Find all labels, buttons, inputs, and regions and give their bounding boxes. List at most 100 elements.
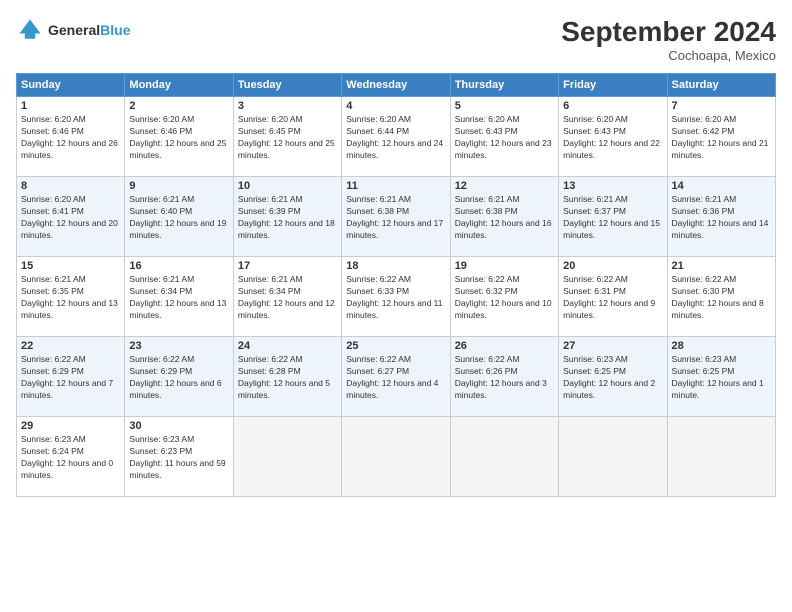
weekday-header: Monday xyxy=(125,74,233,97)
weekday-header: Saturday xyxy=(667,74,775,97)
day-number: 5 xyxy=(455,100,554,112)
day-number: 29 xyxy=(21,420,120,432)
calendar-cell: 15 Sunrise: 6:21 AMSunset: 6:35 PMDayligh… xyxy=(17,257,125,337)
day-number: 11 xyxy=(346,180,445,192)
calendar-cell: 5 Sunrise: 6:20 AMSunset: 6:43 PMDaylight… xyxy=(450,97,558,177)
day-info: Sunrise: 6:20 AMSunset: 6:41 PMDaylight:… xyxy=(21,194,120,242)
day-info: Sunrise: 6:22 AMSunset: 6:29 PMDaylight:… xyxy=(21,354,120,402)
calendar-cell: 30Sunrise: 6:23 AMSunset: 6:23 PMDayligh… xyxy=(125,417,233,497)
day-info: Sunrise: 6:21 AMSunset: 6:35 PMDaylight:… xyxy=(21,274,120,322)
day-info: Sunrise: 6:21 AMSunset: 6:34 PMDaylight:… xyxy=(129,274,228,322)
logo: GeneralBlue xyxy=(16,16,130,44)
calendar-cell xyxy=(450,417,558,497)
calendar-cell xyxy=(559,417,667,497)
calendar-cell: 6 Sunrise: 6:20 AMSunset: 6:43 PMDaylight… xyxy=(559,97,667,177)
day-info: Sunrise: 6:20 AMSunset: 6:42 PMDaylight:… xyxy=(672,114,771,162)
calendar-cell: 16 Sunrise: 6:21 AMSunset: 6:34 PMDayligh… xyxy=(125,257,233,337)
day-number: 23 xyxy=(129,340,228,352)
calendar-cell: 11Sunrise: 6:21 AMSunset: 6:38 PMDayligh… xyxy=(342,177,450,257)
day-info: Sunrise: 6:22 AMSunset: 6:29 PMDaylight:… xyxy=(129,354,228,402)
calendar-cell xyxy=(233,417,341,497)
day-number: 26 xyxy=(455,340,554,352)
calendar-cell: 8 Sunrise: 6:20 AMSunset: 6:41 PMDaylight… xyxy=(17,177,125,257)
month-title: September 2024 xyxy=(561,16,776,48)
day-info: Sunrise: 6:22 AMSunset: 6:27 PMDaylight:… xyxy=(346,354,445,402)
day-info: Sunrise: 6:22 AMSunset: 6:28 PMDaylight:… xyxy=(238,354,337,402)
logo-icon xyxy=(16,16,44,44)
calendar-cell: 14Sunrise: 6:21 AMSunset: 6:36 PMDayligh… xyxy=(667,177,775,257)
calendar-cell: 28 Sunrise: 6:23 AMSunset: 6:25 PMDayligh… xyxy=(667,337,775,417)
calendar-cell: 26Sunrise: 6:22 AMSunset: 6:26 PMDayligh… xyxy=(450,337,558,417)
calendar-cell: 1Sunrise: 6:20 AMSunset: 6:46 PMDaylight… xyxy=(17,97,125,177)
day-number: 12 xyxy=(455,180,554,192)
calendar-table: SundayMondayTuesdayWednesdayThursdayFrid… xyxy=(16,73,776,497)
calendar-cell: 22 Sunrise: 6:22 AMSunset: 6:29 PMDayligh… xyxy=(17,337,125,417)
day-number: 4 xyxy=(346,100,445,112)
calendar-cell xyxy=(342,417,450,497)
day-info: Sunrise: 6:21 AMSunset: 6:39 PMDaylight:… xyxy=(238,194,337,242)
day-info: Sunrise: 6:20 AMSunset: 6:43 PMDaylight:… xyxy=(455,114,554,162)
day-number: 22 xyxy=(21,340,120,352)
calendar-cell: 18Sunrise: 6:22 AMSunset: 6:33 PMDayligh… xyxy=(342,257,450,337)
day-info: Sunrise: 6:20 AMSunset: 6:44 PMDaylight:… xyxy=(346,114,445,162)
day-number: 8 xyxy=(21,180,120,192)
calendar-cell xyxy=(667,417,775,497)
day-info: Sunrise: 6:21 AMSunset: 6:37 PMDaylight:… xyxy=(563,194,662,242)
day-number: 6 xyxy=(563,100,662,112)
day-number: 20 xyxy=(563,260,662,272)
weekday-header: Friday xyxy=(559,74,667,97)
day-number: 15 xyxy=(21,260,120,272)
day-number: 16 xyxy=(129,260,228,272)
day-number: 10 xyxy=(238,180,337,192)
day-info: Sunrise: 6:22 AMSunset: 6:31 PMDaylight:… xyxy=(563,274,662,322)
day-info: Sunrise: 6:23 AMSunset: 6:23 PMDaylight:… xyxy=(129,434,228,482)
calendar-cell: 2Sunrise: 6:20 AMSunset: 6:46 PMDaylight… xyxy=(125,97,233,177)
day-info: Sunrise: 6:23 AMSunset: 6:25 PMDaylight:… xyxy=(563,354,662,402)
calendar-week-row: 8 Sunrise: 6:20 AMSunset: 6:41 PMDaylight… xyxy=(17,177,776,257)
page: GeneralBlue September 2024 Cochoapa, Mex… xyxy=(0,0,792,612)
calendar-cell: 10 Sunrise: 6:21 AMSunset: 6:39 PMDayligh… xyxy=(233,177,341,257)
day-number: 28 xyxy=(672,340,771,352)
day-number: 7 xyxy=(672,100,771,112)
day-info: Sunrise: 6:20 AMSunset: 6:45 PMDaylight:… xyxy=(238,114,337,162)
calendar-week-row: 29Sunrise: 6:23 AMSunset: 6:24 PMDayligh… xyxy=(17,417,776,497)
calendar-cell: 21 Sunrise: 6:22 AMSunset: 6:30 PMDayligh… xyxy=(667,257,775,337)
day-number: 25 xyxy=(346,340,445,352)
weekday-header: Tuesday xyxy=(233,74,341,97)
calendar-cell: 17Sunrise: 6:21 AMSunset: 6:34 PMDayligh… xyxy=(233,257,341,337)
day-info: Sunrise: 6:22 AMSunset: 6:32 PMDaylight:… xyxy=(455,274,554,322)
day-info: Sunrise: 6:23 AMSunset: 6:25 PMDaylight:… xyxy=(672,354,771,402)
weekday-header: Sunday xyxy=(17,74,125,97)
weekday-header: Wednesday xyxy=(342,74,450,97)
logo-text: GeneralBlue xyxy=(48,22,130,39)
day-info: Sunrise: 6:21 AMSunset: 6:38 PMDaylight:… xyxy=(455,194,554,242)
calendar-cell: 29Sunrise: 6:23 AMSunset: 6:24 PMDayligh… xyxy=(17,417,125,497)
day-number: 24 xyxy=(238,340,337,352)
location: Cochoapa, Mexico xyxy=(561,48,776,63)
calendar-week-row: 1Sunrise: 6:20 AMSunset: 6:46 PMDaylight… xyxy=(17,97,776,177)
day-number: 3 xyxy=(238,100,337,112)
calendar-cell: 19 Sunrise: 6:22 AMSunset: 6:32 PMDayligh… xyxy=(450,257,558,337)
calendar-cell: 13Sunrise: 6:21 AMSunset: 6:37 PMDayligh… xyxy=(559,177,667,257)
calendar-cell: 4 Sunrise: 6:20 AMSunset: 6:44 PMDaylight… xyxy=(342,97,450,177)
day-number: 21 xyxy=(672,260,771,272)
header: GeneralBlue September 2024 Cochoapa, Mex… xyxy=(16,16,776,63)
day-number: 2 xyxy=(129,100,228,112)
title-section: September 2024 Cochoapa, Mexico xyxy=(561,16,776,63)
day-number: 17 xyxy=(238,260,337,272)
day-info: Sunrise: 6:20 AMSunset: 6:46 PMDaylight:… xyxy=(21,114,120,162)
calendar-cell: 12 Sunrise: 6:21 AMSunset: 6:38 PMDayligh… xyxy=(450,177,558,257)
calendar-week-row: 22 Sunrise: 6:22 AMSunset: 6:29 PMDayligh… xyxy=(17,337,776,417)
calendar-cell: 7 Sunrise: 6:20 AMSunset: 6:42 PMDaylight… xyxy=(667,97,775,177)
day-number: 9 xyxy=(129,180,228,192)
header-row: SundayMondayTuesdayWednesdayThursdayFrid… xyxy=(17,74,776,97)
day-info: Sunrise: 6:20 AMSunset: 6:43 PMDaylight:… xyxy=(563,114,662,162)
calendar-cell: 9 Sunrise: 6:21 AMSunset: 6:40 PMDaylight… xyxy=(125,177,233,257)
day-number: 19 xyxy=(455,260,554,272)
calendar-cell: 25 Sunrise: 6:22 AMSunset: 6:27 PMDayligh… xyxy=(342,337,450,417)
day-number: 18 xyxy=(346,260,445,272)
calendar-cell: 23 Sunrise: 6:22 AMSunset: 6:29 PMDayligh… xyxy=(125,337,233,417)
calendar-cell: 20 Sunrise: 6:22 AMSunset: 6:31 PMDayligh… xyxy=(559,257,667,337)
day-info: Sunrise: 6:22 AMSunset: 6:30 PMDaylight:… xyxy=(672,274,771,322)
day-info: Sunrise: 6:21 AMSunset: 6:40 PMDaylight:… xyxy=(129,194,228,242)
